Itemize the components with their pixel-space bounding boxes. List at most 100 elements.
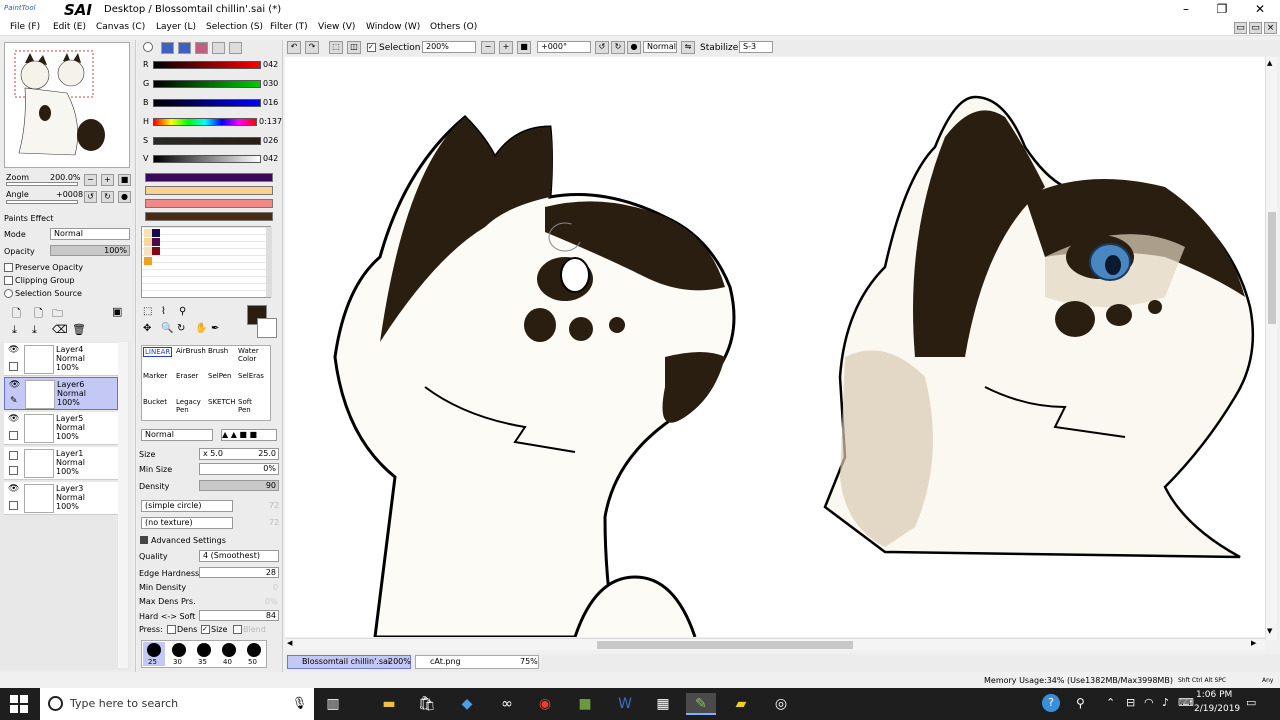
layer-row[interactable]: 👁 Layer4 Normal 100% bbox=[4, 343, 118, 376]
quality-select[interactable]: 4 (Smoothest) bbox=[199, 550, 279, 562]
canvas-vertical-scrollbar[interactable]: ▲ ▼ bbox=[1265, 57, 1277, 640]
tab-blossomtail[interactable]: Blossomtail chillin'.sai 200% bbox=[287, 655, 411, 669]
close-doc-button[interactable]: × bbox=[1264, 22, 1277, 34]
g-slider[interactable] bbox=[153, 80, 261, 88]
brush-preset-35[interactable]: 35 bbox=[193, 642, 215, 666]
swatch-grid[interactable] bbox=[141, 226, 272, 298]
swatch-scrollbar[interactable] bbox=[266, 227, 272, 297]
clear-layer-icon[interactable]: ⌫ bbox=[52, 323, 68, 336]
h-slider[interactable] bbox=[153, 118, 257, 126]
visibility-checkbox[interactable] bbox=[9, 451, 18, 460]
zoom-out-button[interactable]: − bbox=[84, 174, 97, 186]
tool-soft-pen[interactable]: Soft Pen bbox=[238, 398, 262, 414]
taskbar-search-box[interactable]: Type here to search 🎙 bbox=[40, 688, 314, 720]
visibility-eye-icon[interactable]: 👁 bbox=[8, 484, 19, 494]
zoom-select[interactable]: 200% bbox=[422, 41, 476, 53]
tool-selpen[interactable]: SelPen bbox=[208, 372, 231, 380]
wifi-icon[interactable]: ◠ bbox=[1144, 696, 1154, 709]
obs-icon[interactable]: ◎ bbox=[766, 693, 796, 715]
max-doc-button[interactable]: ▭ bbox=[1249, 22, 1262, 34]
menu-canvas[interactable]: Canvas (C) bbox=[96, 22, 145, 32]
visibility-eye-icon[interactable]: 👁 bbox=[8, 414, 19, 424]
brush-preset-50[interactable]: 50 bbox=[243, 642, 265, 666]
brush-shape-icons[interactable]: ▲ ▲ ■ ■ bbox=[221, 429, 277, 441]
zoom-reset-button[interactable]: ■ bbox=[118, 174, 131, 186]
link-icon[interactable]: ∞ bbox=[492, 693, 522, 715]
zoom-tool-icon[interactable]: 🔍 bbox=[161, 323, 173, 334]
tool-linear[interactable]: LINEAR bbox=[143, 347, 173, 357]
menu-others[interactable]: Others (O) bbox=[430, 22, 477, 32]
tray-up-icon[interactable]: ⌃ bbox=[1106, 696, 1115, 709]
color-wheel-icon[interactable] bbox=[143, 42, 153, 52]
min-size-field[interactable]: 0% bbox=[199, 463, 279, 475]
layer-mode-select[interactable]: Normal bbox=[50, 228, 130, 240]
secondary-color-swatch[interactable] bbox=[257, 318, 277, 338]
toolbar-rotate-left-icon[interactable]: ↺ bbox=[595, 41, 609, 54]
scroll-right-icon[interactable]: ▶ bbox=[1251, 639, 1256, 647]
rotate-reset-button[interactable]: ● bbox=[118, 191, 131, 203]
scroll-up-icon[interactable]: ▲ bbox=[1267, 59, 1272, 67]
drawing-canvas[interactable] bbox=[285, 57, 1265, 637]
menu-edit[interactable]: Edit (E) bbox=[53, 22, 86, 32]
tool-marker[interactable]: Marker bbox=[143, 372, 167, 380]
windows-start-icon[interactable] bbox=[10, 695, 28, 713]
density-slider[interactable]: 90 bbox=[199, 480, 279, 491]
layer-row[interactable]: 👁 Layer3 Normal 100% bbox=[4, 482, 118, 515]
rotate-tool-icon[interactable]: ↻ bbox=[177, 323, 185, 334]
hand-icon[interactable]: ✋ bbox=[195, 323, 207, 334]
brush-shape-select[interactable]: (simple circle) bbox=[141, 500, 233, 512]
chrome-icon[interactable]: ◉ bbox=[530, 693, 560, 715]
toolbar-rotate-right-icon[interactable]: ↻ bbox=[611, 41, 625, 54]
task-view-icon[interactable]: ▥ bbox=[318, 693, 348, 715]
toolbar-zoom-out-icon[interactable]: − bbox=[481, 41, 495, 54]
minecraft-icon[interactable]: ■ bbox=[570, 693, 600, 715]
mixer-bar-brown[interactable] bbox=[145, 212, 273, 221]
visibility-eye-icon[interactable]: 👁 bbox=[9, 380, 20, 390]
redo-icon[interactable]: ↷ bbox=[305, 41, 319, 54]
user-icon[interactable]: ⚲ bbox=[1076, 696, 1085, 710]
stabilizer-select[interactable]: S-3 bbox=[739, 41, 773, 53]
brush-texture-select[interactable]: (no texture) bbox=[141, 517, 233, 529]
swatch[interactable] bbox=[144, 247, 152, 255]
toolbar-mode-select[interactable]: Normal bbox=[643, 41, 677, 53]
volume-icon[interactable]: ♪ bbox=[1162, 696, 1169, 709]
mixer-bar-purple[interactable] bbox=[145, 173, 273, 182]
menu-filter[interactable]: Filter (T) bbox=[270, 22, 308, 32]
advanced-collapse-icon[interactable] bbox=[140, 536, 148, 544]
toolbar-zoom-in-icon[interactable]: + bbox=[499, 41, 513, 54]
tool-watercolor[interactable]: Water Color bbox=[238, 347, 264, 363]
paint-tool-sai-icon[interactable]: ✎ bbox=[686, 693, 716, 715]
toolbar-zoom-reset-icon[interactable]: ■ bbox=[517, 41, 531, 54]
mixer-toggle[interactable] bbox=[195, 42, 208, 54]
swatches-toggle[interactable] bbox=[212, 42, 225, 54]
rotate-right-button[interactable]: ↻ bbox=[101, 191, 114, 203]
swatch[interactable] bbox=[152, 247, 160, 255]
selection-source-checkbox[interactable] bbox=[4, 289, 13, 298]
layer-lock-checkbox[interactable] bbox=[9, 431, 18, 440]
layer-row[interactable]: Layer1 Normal 100% bbox=[4, 447, 118, 480]
v-slider[interactable] bbox=[153, 155, 261, 163]
zoom-slider[interactable] bbox=[6, 182, 78, 186]
file-explorer-icon[interactable]: ▬ bbox=[374, 693, 404, 715]
layer-lock-checkbox[interactable] bbox=[9, 466, 18, 475]
swatch[interactable] bbox=[144, 238, 152, 246]
hsv-slider-toggle[interactable] bbox=[178, 42, 191, 54]
rotate-left-button[interactable]: ↺ bbox=[84, 191, 97, 203]
help-icon[interactable]: ? bbox=[1042, 694, 1060, 712]
maximize-button[interactable]: ❐ bbox=[1214, 2, 1230, 18]
toolbar-rotate-reset-icon[interactable]: ● bbox=[627, 41, 641, 54]
preserve-opacity-checkbox[interactable] bbox=[4, 263, 13, 272]
merge-down-icon[interactable]: ⤓ bbox=[32, 323, 37, 337]
scroll-down-icon[interactable]: ▼ bbox=[1267, 627, 1272, 635]
tool-bucket[interactable]: Bucket bbox=[143, 398, 167, 406]
calculator-icon[interactable]: ▦ bbox=[648, 693, 678, 715]
edge-hardness-slider[interactable]: 28 bbox=[199, 567, 279, 578]
navigator-preview[interactable] bbox=[4, 42, 130, 168]
size-field[interactable]: x 5.0 25.0 bbox=[199, 448, 279, 460]
tool-eraser[interactable]: Eraser bbox=[176, 372, 198, 380]
press-size-checkbox[interactable]: ✓ bbox=[201, 625, 210, 634]
angle-select[interactable]: +000° bbox=[537, 41, 591, 53]
undo-icon[interactable]: ↶ bbox=[287, 41, 301, 54]
layer-row[interactable]: 👁 Layer5 Normal 100% bbox=[4, 412, 118, 445]
press-blend-checkbox[interactable] bbox=[233, 625, 242, 634]
